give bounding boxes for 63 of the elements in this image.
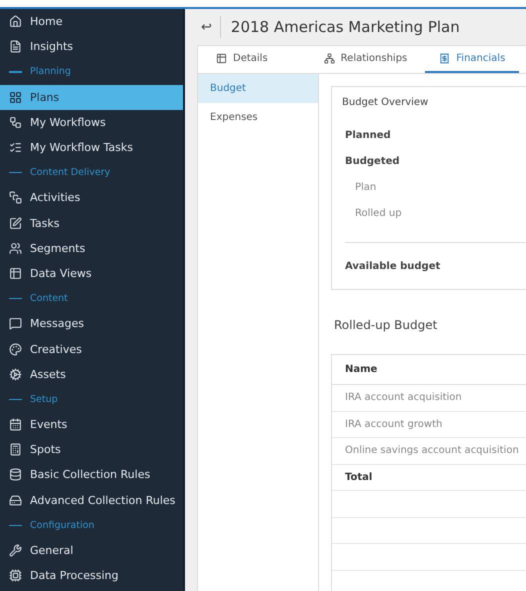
sidebar-section-label: Planning xyxy=(0,59,183,85)
sidebar-item[interactable]: Basic Collection Rules xyxy=(0,462,183,488)
sidebar-section-label: Content xyxy=(0,286,183,312)
edit-icon xyxy=(9,216,22,230)
budget-sublabel: Plan xyxy=(354,180,378,194)
section-title: Rolled-up Budget xyxy=(334,318,438,332)
page-title: 2018 Americas Marketing Plan xyxy=(230,18,460,36)
calculator-icon xyxy=(9,443,22,456)
sidebar-item[interactable]: My Workflows xyxy=(0,110,183,135)
sidebar-item[interactable]: My Workflow Tasks xyxy=(0,134,183,160)
calendar-icon xyxy=(9,418,22,432)
drive-icon xyxy=(9,494,22,507)
table-icon xyxy=(216,53,227,64)
chip-icon xyxy=(9,569,22,582)
tab[interactable]: Financials xyxy=(425,46,520,73)
database-icon xyxy=(9,468,22,482)
sidebar-item[interactable]: Segments xyxy=(0,236,183,261)
subnav-item[interactable]: Budget xyxy=(198,74,318,103)
sidebar-section-label: Configuration xyxy=(0,512,183,538)
sidebar-item[interactable]: Messages xyxy=(0,311,183,336)
sidebar-section-label: Setup xyxy=(0,386,183,412)
sidebar-item[interactable]: Creatives xyxy=(0,336,183,362)
sidebar-item[interactable]: Spots xyxy=(0,437,183,462)
tab[interactable]: Relationships xyxy=(310,46,422,73)
table-cell: IRA account acquisition xyxy=(332,385,526,412)
budget-label: Budgeted xyxy=(344,154,401,168)
people-icon xyxy=(9,242,22,255)
budget-label: Planned xyxy=(344,128,392,142)
back-button[interactable]: ↩ xyxy=(201,16,221,38)
network-icon xyxy=(324,53,335,64)
sidebar-item[interactable]: Assets xyxy=(0,362,183,387)
budget-sublabel: Rolled up xyxy=(354,206,403,220)
total-cell: Total xyxy=(332,464,526,491)
checklist-icon xyxy=(9,141,22,154)
sidebar-item[interactable]: Home xyxy=(0,9,183,34)
sidebar-section-label: Content Delivery xyxy=(0,160,183,186)
message-icon xyxy=(9,317,22,330)
palette-icon xyxy=(9,342,22,356)
stack-icon xyxy=(9,191,22,204)
subnav-item[interactable]: Expenses xyxy=(198,103,318,132)
workflow-icon xyxy=(9,116,22,129)
sidebar-item[interactable]: Events xyxy=(0,412,183,438)
home-icon xyxy=(9,15,22,28)
sidebar-item[interactable]: Data Processing xyxy=(0,563,183,588)
column-header: Name xyxy=(332,355,526,385)
wrench-icon xyxy=(9,544,22,558)
sidebar-item[interactable]: Activities xyxy=(0,185,183,210)
sidebar-item[interactable]: General xyxy=(0,538,183,564)
card-title: Budget Overview xyxy=(342,97,430,108)
sidebar-item[interactable]: Tasks xyxy=(0,210,183,236)
tab[interactable]: Details xyxy=(198,46,282,73)
document-icon xyxy=(9,40,22,54)
table-icon xyxy=(9,266,22,280)
grid-icon xyxy=(9,90,22,104)
receipt-icon xyxy=(439,53,450,64)
table-cell: IRA account growth xyxy=(332,412,526,438)
sidebar-item[interactable]: Advanced Collection Rules xyxy=(0,488,183,513)
sidebar-item[interactable]: Plans xyxy=(0,84,183,110)
table-cell: Online savings account acquisition xyxy=(332,438,526,464)
sidebar-item[interactable]: Insights xyxy=(0,34,183,60)
sidebar-item[interactable]: Data Views xyxy=(0,260,183,286)
budget-label: Available budget xyxy=(344,260,442,274)
gear-icon xyxy=(9,368,22,381)
